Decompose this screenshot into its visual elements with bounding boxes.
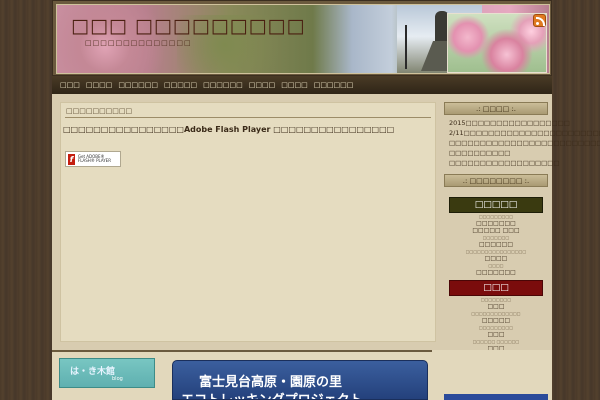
global-nav: □□□ □□□□ □□□□□□ □□□□□ □□□□□□ □□□□ □□□□ □… — [52, 76, 552, 94]
category-link[interactable]: □□□ — [444, 303, 548, 310]
news-heading: .: □□□□ :. — [444, 102, 548, 115]
haiki-banner-title: は・き木館 — [70, 367, 116, 377]
news-item[interactable]: 2/11□□□□□□□□□□□□□□□□□□□□□□□□□ — [449, 128, 600, 138]
nav-item-2[interactable]: □□□□ — [86, 81, 112, 89]
category-link[interactable]: □□□□□ □□□ — [444, 227, 548, 234]
category-link[interactable]: □□□□□□□□ — [444, 296, 548, 303]
divider — [65, 117, 431, 118]
category-link[interactable]: □□□□□□□ — [444, 234, 548, 241]
site-title[interactable]: □□□ □□□□□□□□□ — [71, 15, 305, 37]
news-list: 2015□□□□□□□□□□□□□□□□□ 2/11□□□□□□□□□□□□□□… — [444, 115, 600, 168]
header-flowers-photo — [447, 13, 547, 73]
get-flash-player-button[interactable]: f Get ADOBE® FLASH® PLAYER — [65, 151, 121, 167]
news-item[interactable]: □□□□□□□□□□□□□□□□□□ — [449, 158, 560, 168]
news-item[interactable]: □□□□□□□□□□ — [449, 148, 546, 158]
sidebar-blue-banner[interactable] — [444, 394, 548, 400]
haiki-blog-banner[interactable]: は・き木館 blog — [59, 358, 155, 388]
haiki-banner-subtitle: blog — [112, 376, 123, 382]
header-banner-image: □□□ □□□□□□□□□ □□□□□□□□□□□□□□ — [56, 4, 550, 74]
eco-trekking-banner-line1: 富士見台高原・園原の里 — [199, 375, 343, 390]
category-link[interactable]: □□□□□□□□□ — [444, 213, 548, 220]
bottom-banner-area: は・き木館 blog 富士見台高原・園原の里 エコトレッキングプロジェクト — [52, 350, 552, 400]
breadcrumb: □□□□□□□□□□ — [66, 107, 133, 115]
main-content: □□□□□□□□□□ □□□□□□□□□□□□□□□□Adobe Flash P… — [60, 102, 436, 342]
nav-item-3[interactable]: □□□□□□ — [118, 81, 158, 89]
site-description: □□□□□□□□□□□□□□ — [85, 39, 192, 47]
flash-notice-text: □□□□□□□□□□□□□□□□Adobe Flash Player □□□□□… — [63, 125, 395, 134]
category-link[interactable]: □□□□□ — [444, 317, 548, 324]
category-link[interactable]: □□□□□□□ — [444, 220, 548, 227]
site-header: □□□ □□□□□□□□□ □□□□□□□□□□□□□□ — [52, 0, 552, 76]
sidebar: .: □□□□ :. 2015□□□□□□□□□□□□□□□□□ 2/11□□□… — [444, 102, 600, 366]
category-link[interactable]: □□□ — [444, 331, 548, 338]
page-wrapper: □□□ □□□□□□□□□ □□□□□□□□□□□□□□ □□□ □□□□ □□… — [52, 0, 600, 400]
flash-icon: f — [68, 153, 75, 165]
nav-item-4[interactable]: □□□□□ — [164, 81, 197, 89]
category-group-1-heading[interactable]: □□□□□ — [449, 197, 543, 213]
news-item[interactable]: 2015□□□□□□□□□□□□□□□□□ — [449, 118, 570, 128]
nav-item-5[interactable]: □□□□□□ — [203, 81, 243, 89]
category-link[interactable]: □□□□□□ — [444, 241, 548, 248]
nav-item-home[interactable]: □□□ — [60, 81, 80, 89]
category-group-1-list: □□□□□□□□□ □□□□□□□ □□□□□ □□□ □□□□□□□ □□□□□□ □□… — [444, 213, 548, 276]
statue-flagpole — [405, 25, 407, 69]
nav-item-6[interactable]: □□□□ — [249, 81, 275, 89]
nav-item-8[interactable]: □□□□□□ — [314, 81, 354, 89]
flash-badge-label: Get ADOBE® FLASH® PLAYER — [77, 154, 111, 163]
news-item[interactable]: □□□□□□□□□□□□□□□□□□□□□□□□□ — [449, 138, 600, 148]
category-link[interactable]: □□□□□□ □□□□□□ — [444, 338, 548, 345]
eco-trekking-banner-line2: エコトレッキングプロジェクト — [181, 389, 363, 399]
categories-heading: .: □□□□□□□□ :. — [444, 174, 548, 187]
category-link[interactable]: □□□□□□□□□ — [444, 324, 548, 331]
category-group-2-heading[interactable]: □□□ — [449, 280, 543, 296]
rss-icon[interactable] — [533, 14, 546, 27]
eco-trekking-banner[interactable]: 富士見台高原・園原の里 エコトレッキングプロジェクト — [172, 360, 428, 400]
category-link[interactable]: □□□□ — [444, 255, 548, 262]
category-link[interactable]: □□□□□□□ — [444, 269, 548, 276]
nav-item-7[interactable]: □□□□ — [281, 81, 307, 89]
divider — [52, 350, 432, 352]
category-link[interactable]: □□□□ — [444, 262, 548, 269]
category-link[interactable]: □□□□□□□□□□□□□ — [444, 310, 548, 317]
category-link[interactable]: □□□□□□□□□□□□□□□□ — [444, 248, 548, 255]
